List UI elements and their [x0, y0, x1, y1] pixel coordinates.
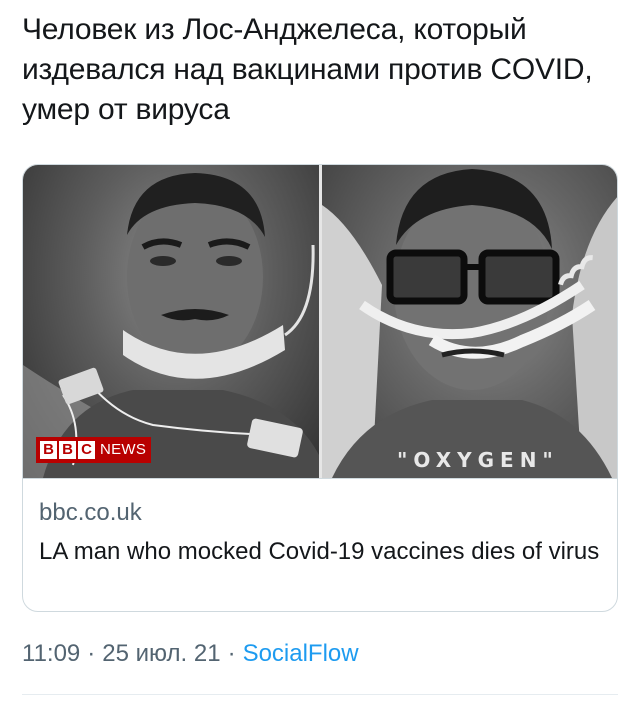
card-domain: bbc.co.uk	[39, 499, 142, 526]
bbc-letter-b2: B	[59, 441, 76, 459]
meta-separator: ·	[227, 640, 236, 667]
meta-separator: ·	[87, 640, 96, 667]
tweet-text: Человек из Лос-Анджелеса, который издева…	[22, 13, 593, 126]
tweet-date[interactable]: 25 июл. 21	[102, 640, 220, 668]
source-link[interactable]: SocialFlow	[243, 640, 359, 668]
card-media[interactable]: B B C NEWS "OXYGEN"	[23, 165, 617, 479]
photo-hospital-bed: B B C NEWS	[23, 165, 319, 478]
link-preview-card[interactable]: B B C NEWS "OXYGEN" bbc.co.uk LA man who…	[22, 164, 618, 612]
bbc-letter-c: C	[78, 441, 95, 459]
tweet-time[interactable]: 11:09	[22, 640, 80, 668]
divider-line	[22, 694, 618, 695]
bbc-letter-b1: B	[40, 441, 57, 459]
bbc-news-word: NEWS	[100, 441, 147, 458]
photo-oxygen-mask: "OXYGEN"	[322, 165, 617, 478]
oxygen-caption: "OXYGEN"	[397, 448, 559, 472]
card-title[interactable]: LA man who mocked Covid-19 vaccines dies…	[39, 535, 607, 569]
bbc-news-logo: B B C NEWS	[36, 437, 152, 463]
tweet-meta: 11:09 · 25 июл. 21 · SocialFlow	[22, 640, 359, 668]
